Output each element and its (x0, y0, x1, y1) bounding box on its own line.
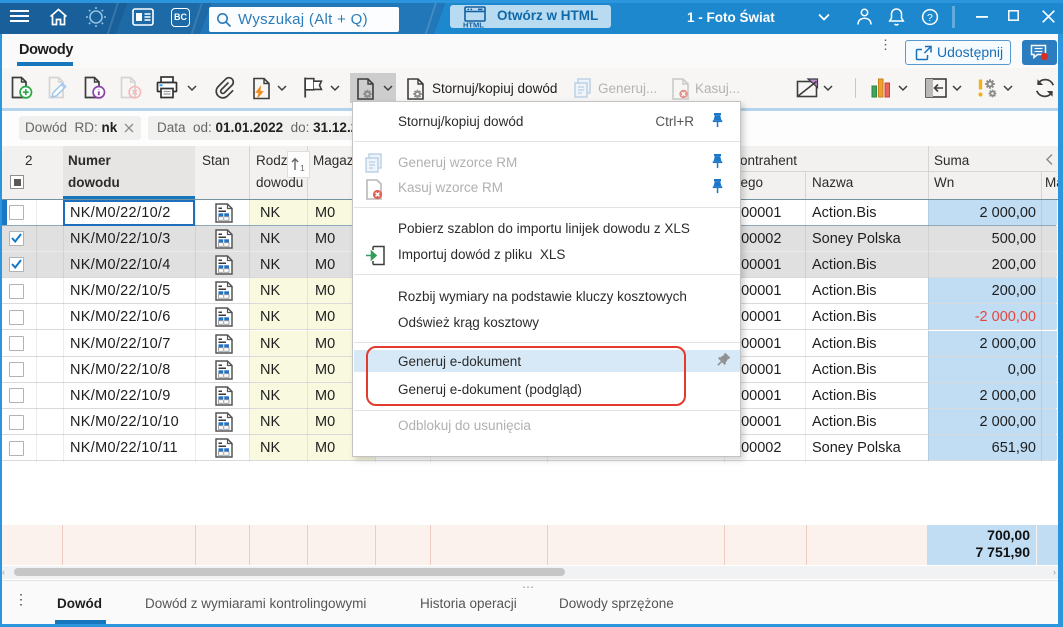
svg-text:HTML: HTML (463, 20, 484, 28)
svg-text:1: 1 (300, 163, 305, 172)
svg-text:?: ? (927, 12, 933, 24)
